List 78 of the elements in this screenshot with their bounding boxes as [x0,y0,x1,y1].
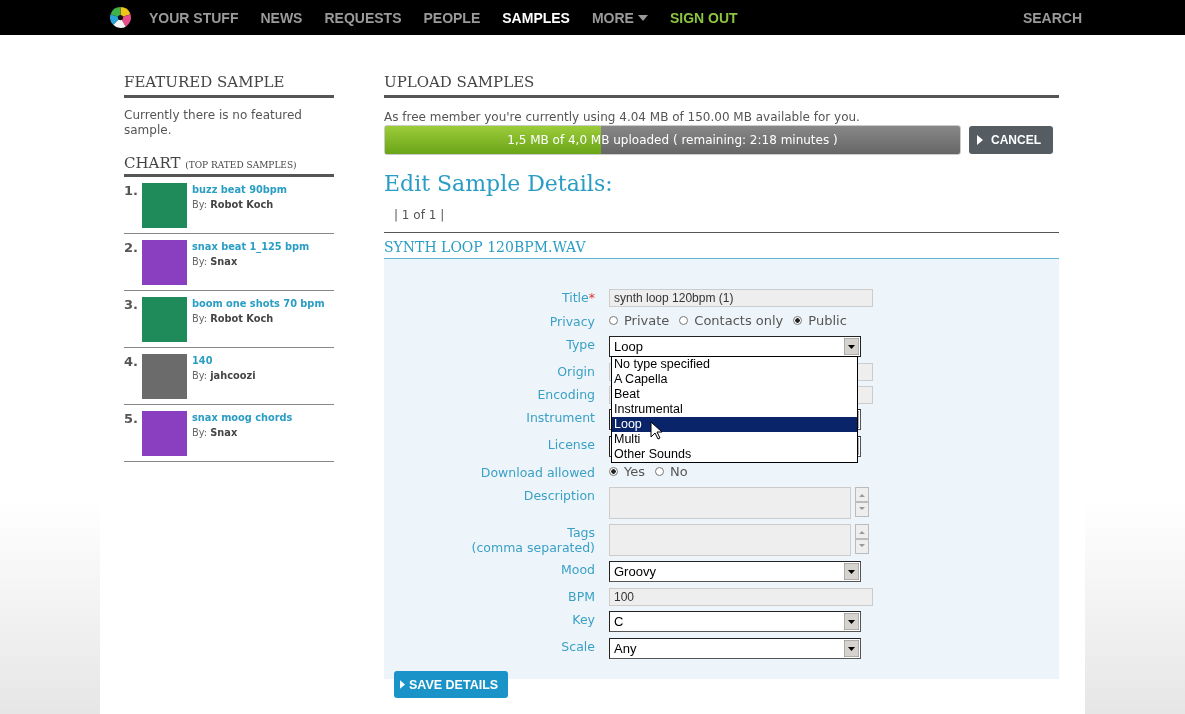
radio-option[interactable]: Yes [609,464,645,479]
text-area[interactable] [609,524,851,556]
mouse-cursor-icon [650,421,662,440]
dropdown-option[interactable]: A Capella [612,372,857,387]
author-name[interactable]: Snax [210,427,238,438]
cancel-button[interactable]: CANCEL [969,126,1053,154]
by-label: By: [192,370,208,381]
featured-text: Currently there is no featured sample. [124,108,303,138]
section-subheading: (TOP RATED SAMPLES) [185,160,297,170]
by-label: By: [192,256,208,267]
rank-number: 4. [124,354,137,371]
play-icon [977,135,983,145]
field-label: Key [571,612,595,627]
field-label: Privacy [548,314,595,329]
play-icon [400,680,405,689]
by-label: By: [192,313,208,324]
field-label: Type [565,337,595,352]
select-field[interactable]: C [609,611,861,632]
field-label: Title* [560,290,595,305]
field-label: Instrument [525,410,595,425]
author-name[interactable]: jahcoozi [210,370,256,381]
dropdown-option[interactable]: Instrumental [612,402,857,417]
select-field[interactable]: Loop [609,336,861,357]
nav-link[interactable]: MORE [591,9,648,26]
author-name[interactable]: Snax [210,256,238,267]
dropdown-option[interactable]: No type specified [612,357,857,372]
field-label: Scale [560,639,595,654]
text-area[interactable] [609,487,851,519]
by-label: By: [192,427,208,438]
nav-link[interactable]: SAMPLES [502,9,570,26]
nav-link[interactable]: REQUESTS [324,9,402,26]
scroll-arrows-icon [855,487,869,517]
dropdown-arrow-icon [844,613,859,630]
nav-link[interactable]: SIGN OUT [669,9,738,26]
select-field[interactable]: Groovy [609,561,861,582]
dropdown-option[interactable]: Other Sounds [612,447,857,462]
caret-icon [637,14,648,21]
rank-number: 2. [124,240,137,257]
pager-text: | 1 of 1 | [384,208,1059,233]
select-field[interactable]: Any [609,638,861,659]
progress-text: 1,5 MB of 4,0 MB uploaded ( remaining: 2:18 minutes ) [507,133,838,147]
field-label: Origin [556,364,595,379]
rank-number: 1. [124,183,137,200]
field-label: BPM [567,589,595,604]
section-heading: FEATURED SAMPLE [124,73,334,98]
nav-link[interactable]: YOUR STUFF [149,9,239,26]
field-label: Encoding [536,387,595,402]
dropdown-option[interactable]: Loop [612,417,857,432]
section-heading: CHART [124,154,181,172]
dropdown-arrow-icon [844,563,859,580]
radio-option[interactable]: Private [609,313,670,328]
field-label: Download allowed [479,465,595,480]
rank-number: 3. [124,297,137,314]
text-field[interactable]: synth loop 120bpm (1) [609,289,873,307]
logo-icon[interactable] [110,7,131,28]
search-link[interactable]: SEARCH [1022,9,1082,26]
text-field[interactable]: 100 [609,588,873,606]
radio-option[interactable]: Public [793,313,847,328]
scroll-arrows-icon [855,524,869,554]
radio-option[interactable]: No [655,464,688,479]
section-heading: UPLOAD SAMPLES [384,73,1059,98]
field-label: Tags [566,525,595,540]
nav-link[interactable]: NEWS [260,9,303,26]
field-label: License [546,437,595,452]
field-label: Mood [560,562,595,577]
by-label: By: [192,199,208,210]
author-name[interactable]: Robot Koch [210,199,274,210]
page-heading: Edit Sample Details: [384,171,614,196]
author-name[interactable]: Robot Koch [210,313,274,324]
field-label: Description [522,488,595,503]
radio-option[interactable]: Contacts only [679,313,784,328]
nav-link[interactable]: PEOPLE [423,9,481,26]
dropdown-arrow-icon [844,640,859,657]
dropdown-option[interactable]: Beat [612,387,857,402]
rank-number: 5. [124,411,137,428]
dropdown-option[interactable]: Multi [612,432,857,447]
field-sublabel: (comma separated) [470,540,595,555]
usage-text: As free member you're currently using 4.04 MB of 150.00 MB available for you. [384,110,861,124]
